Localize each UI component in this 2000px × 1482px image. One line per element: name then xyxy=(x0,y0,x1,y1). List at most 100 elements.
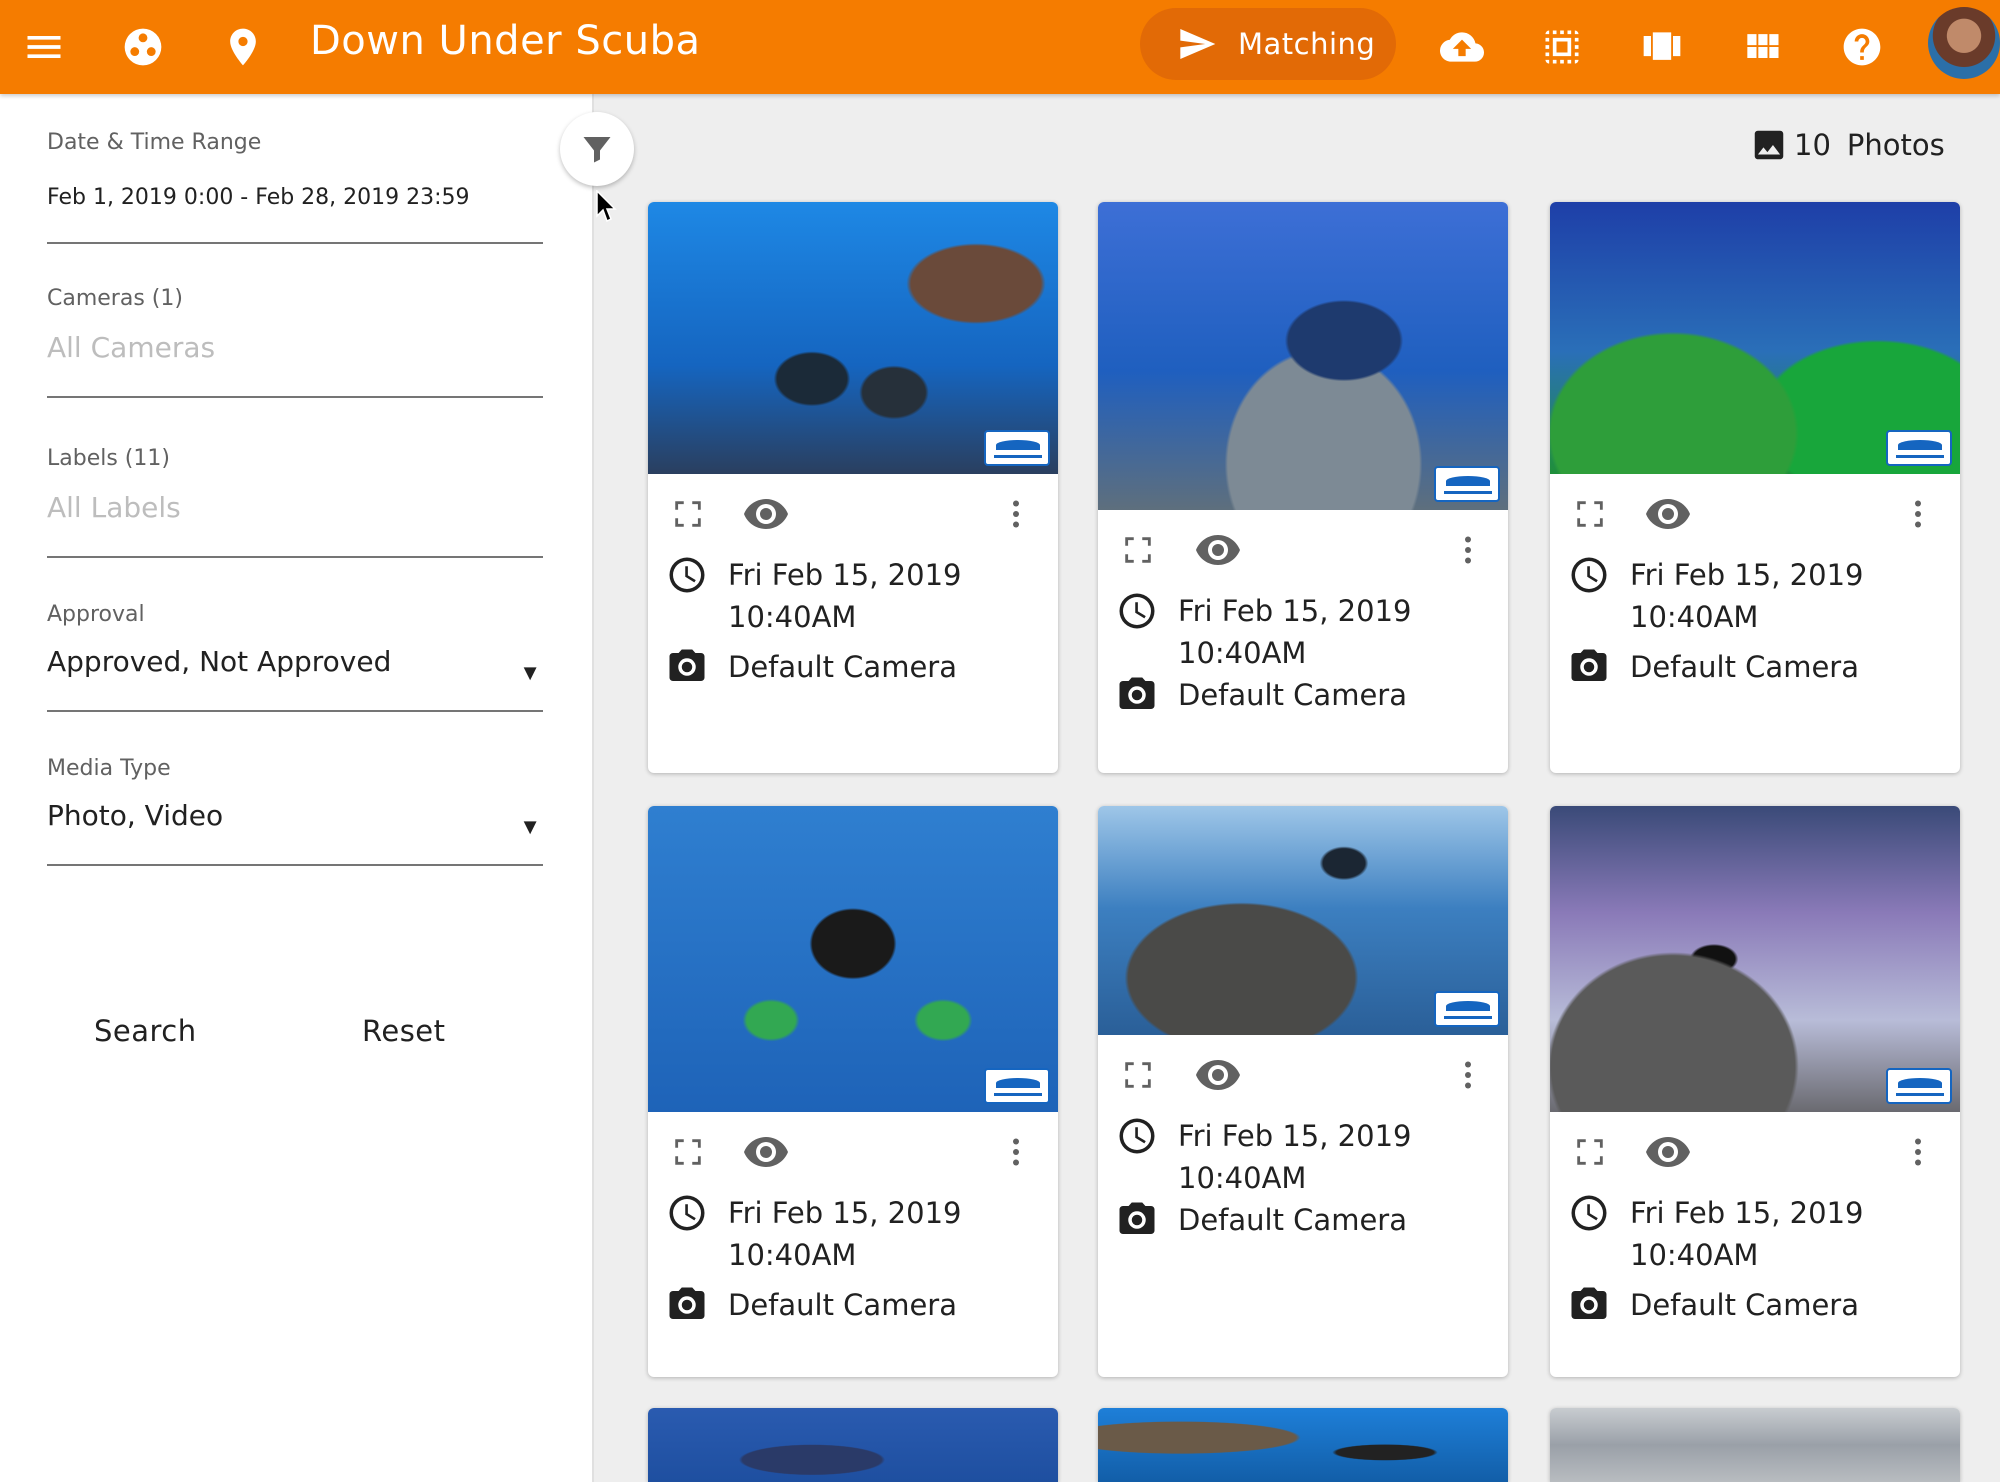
clock-icon xyxy=(1571,557,1607,593)
photo-thumbnail[interactable] xyxy=(648,202,1058,474)
more-vert-icon[interactable] xyxy=(1450,532,1486,568)
matching-button[interactable]: Matching xyxy=(1140,8,1396,80)
select-all-icon[interactable] xyxy=(1536,21,1588,73)
reset-button[interactable]: Reset xyxy=(362,1014,446,1048)
eye-icon[interactable] xyxy=(742,1128,790,1176)
more-vert-icon[interactable] xyxy=(998,1134,1034,1170)
clock-icon xyxy=(669,1195,705,1231)
photo-time: 10:40AM xyxy=(728,1238,857,1272)
mouse-cursor-icon xyxy=(596,190,617,223)
media-type-value: Photo, Video xyxy=(47,799,224,832)
fullscreen-icon[interactable] xyxy=(1121,533,1155,567)
labels-label: Labels (11) xyxy=(47,446,170,471)
watermark-logo xyxy=(984,430,1050,466)
filter-sidebar: Date & Time Range Feb 1, 2019 0:00 - Feb… xyxy=(0,94,594,1482)
photo-card: Fri Feb 15, 2019 10:40AM Default Camera xyxy=(1550,202,1960,773)
photo-thumbnail[interactable] xyxy=(1550,1408,1960,1482)
camera-icon xyxy=(1119,1202,1155,1234)
fullscreen-icon[interactable] xyxy=(1573,1135,1607,1169)
watermark-logo xyxy=(1434,991,1500,1027)
matching-label: Matching xyxy=(1238,27,1376,61)
fullscreen-icon[interactable] xyxy=(1573,497,1607,531)
search-button[interactable]: Search xyxy=(94,1014,197,1048)
camera-name: Default Camera xyxy=(1178,678,1407,712)
photo-thumbnail[interactable] xyxy=(648,1408,1058,1482)
clock-icon xyxy=(1571,1195,1607,1231)
photo-time: 10:40AM xyxy=(1178,1161,1307,1195)
media-type-select[interactable]: Media Type Photo, Video ▼ xyxy=(47,756,543,866)
photo-card: Fri Feb 15, 2019 10:40AM Default Camera xyxy=(1550,806,1960,1377)
photo-time: 10:40AM xyxy=(728,600,857,634)
app-title: Down Under Scuba xyxy=(310,18,701,64)
photo-thumbnail[interactable] xyxy=(648,806,1058,1112)
eye-icon[interactable] xyxy=(1644,490,1692,538)
labels-field[interactable]: Labels (11) All Labels xyxy=(47,446,543,558)
photo-time: 10:40AM xyxy=(1178,636,1307,670)
dropdown-arrow-icon: ▼ xyxy=(519,814,541,839)
camera-icon xyxy=(1119,677,1155,709)
photo-date: Fri Feb 15, 2019 xyxy=(1178,1119,1412,1153)
photo-count-number: 10 xyxy=(1794,128,1831,162)
photo-count-label: Photos xyxy=(1846,128,1945,162)
clock-icon xyxy=(1119,1118,1155,1154)
eye-icon[interactable] xyxy=(742,490,790,538)
camera-icon xyxy=(1571,1287,1607,1319)
approval-label: Approval xyxy=(47,602,145,627)
filter-icon xyxy=(583,137,611,163)
photo-thumbnail[interactable] xyxy=(1098,202,1508,510)
fullscreen-icon[interactable] xyxy=(671,1135,705,1169)
photo-thumbnail[interactable] xyxy=(1098,806,1508,1035)
photo-date: Fri Feb 15, 2019 xyxy=(1630,1196,1864,1230)
approval-value: Approved, Not Approved xyxy=(47,645,392,678)
photo-date: Fri Feb 15, 2019 xyxy=(728,558,962,592)
community-icon[interactable] xyxy=(117,21,169,73)
grid-view-icon[interactable] xyxy=(1736,21,1788,73)
eye-icon[interactable] xyxy=(1644,1128,1692,1176)
eye-icon[interactable] xyxy=(1194,526,1242,574)
date-time-range-label: Date & Time Range xyxy=(47,130,262,155)
location-pin-icon[interactable] xyxy=(217,21,269,73)
dropdown-arrow-icon: ▼ xyxy=(519,660,541,685)
camera-name: Default Camera xyxy=(1178,1203,1407,1237)
date-time-range-field[interactable]: Date & Time Range Feb 1, 2019 0:00 - Feb… xyxy=(47,130,543,244)
cameras-label: Cameras (1) xyxy=(47,286,183,311)
watermark-logo xyxy=(1434,466,1500,502)
cameras-field[interactable]: Cameras (1) All Cameras xyxy=(47,286,543,398)
photo-card: Fri Feb 15, 2019 10:40AM Default Camera xyxy=(648,806,1058,1377)
camera-name: Default Camera xyxy=(1630,650,1859,684)
labels-placeholder: All Labels xyxy=(47,491,181,524)
camera-name: Default Camera xyxy=(1630,1288,1859,1322)
camera-name: Default Camera xyxy=(728,1288,957,1322)
menu-icon[interactable] xyxy=(18,21,70,73)
photo-thumbnail[interactable] xyxy=(1550,806,1960,1112)
photo-time: 10:40AM xyxy=(1630,600,1759,634)
more-vert-icon[interactable] xyxy=(998,496,1034,532)
photo-time: 10:40AM xyxy=(1630,1238,1759,1272)
watermark-logo xyxy=(1886,1068,1952,1104)
fullscreen-icon[interactable] xyxy=(671,497,705,531)
date-time-range-value: Feb 1, 2019 0:00 - Feb 28, 2019 23:59 xyxy=(47,185,470,210)
approval-select[interactable]: Approval Approved, Not Approved ▼ xyxy=(47,602,543,712)
cloud-upload-icon[interactable] xyxy=(1436,21,1488,73)
cameras-placeholder: All Cameras xyxy=(47,331,216,364)
photo-card xyxy=(648,1408,1058,1482)
media-type-label: Media Type xyxy=(47,756,171,781)
help-icon[interactable] xyxy=(1836,21,1888,73)
watermark-logo xyxy=(984,1068,1050,1104)
avatar[interactable] xyxy=(1928,7,2000,79)
fullscreen-icon[interactable] xyxy=(1121,1058,1155,1092)
carousel-icon[interactable] xyxy=(1636,21,1688,73)
photo-card xyxy=(1098,1408,1508,1482)
photo-thumbnail[interactable] xyxy=(1098,1408,1508,1482)
filter-toggle-button[interactable] xyxy=(560,112,634,186)
image-icon xyxy=(1754,130,1784,160)
more-vert-icon[interactable] xyxy=(1900,1134,1936,1170)
eye-icon[interactable] xyxy=(1194,1051,1242,1099)
photo-thumbnail[interactable] xyxy=(1550,202,1960,474)
more-vert-icon[interactable] xyxy=(1450,1057,1486,1093)
photo-card: Fri Feb 15, 2019 10:40AM Default Camera xyxy=(1098,806,1508,1377)
photo-card: Fri Feb 15, 2019 10:40AM Default Camera xyxy=(1098,202,1508,773)
photo-card: Fri Feb 15, 2019 10:40AM Default Camera xyxy=(648,202,1058,773)
more-vert-icon[interactable] xyxy=(1900,496,1936,532)
camera-name: Default Camera xyxy=(728,650,957,684)
